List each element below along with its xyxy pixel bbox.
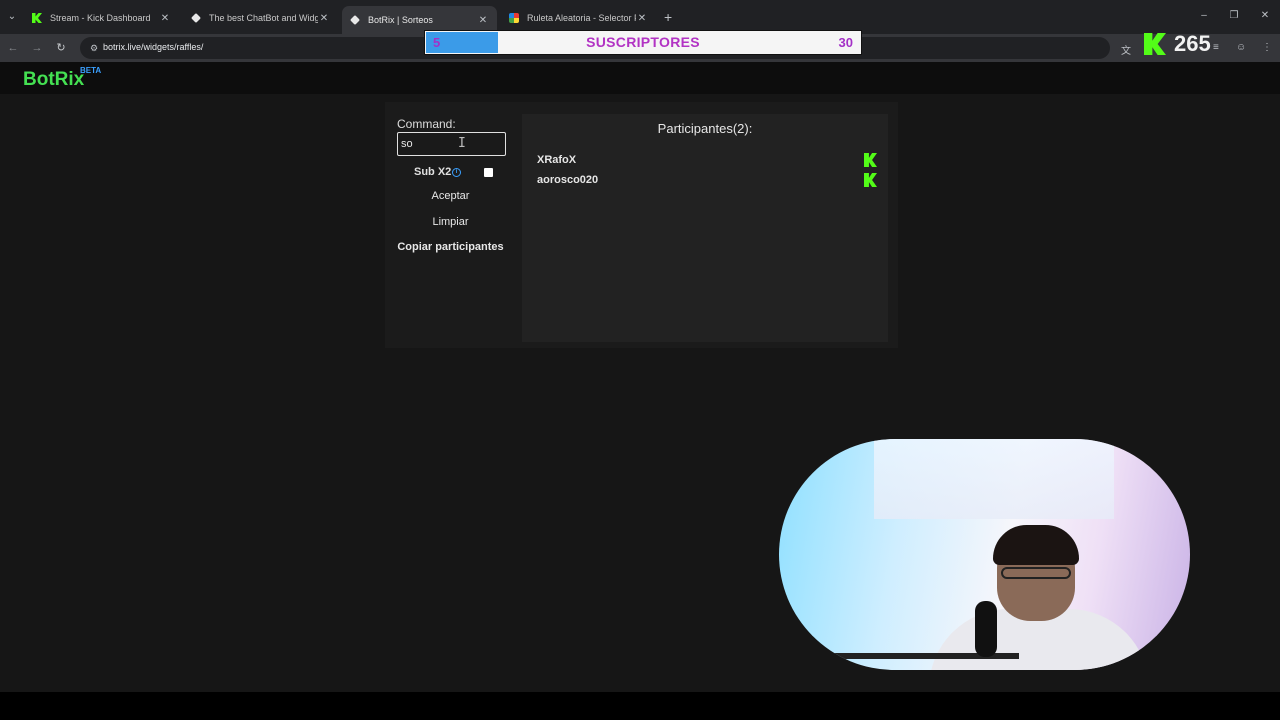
wheel-icon [509, 13, 519, 23]
participant-name: aorosco020 [537, 174, 599, 186]
subscriber-goal-label: SUSCRIPTORES [586, 34, 700, 50]
tab-strip: ⌄ Stream - Kick Dashboard ✕ The best Cha… [0, 0, 1280, 34]
forward-arrow-icon[interactable]: → [29, 40, 45, 56]
subscriber-goal-bar: 5 SUSCRIPTORES 30 [424, 30, 862, 55]
participants-title: Participantes(2): [657, 121, 753, 136]
close-icon[interactable]: ✕ [636, 13, 648, 24]
tab-search-chevron-icon[interactable]: ⌄ [4, 9, 20, 25]
tab-title: Ruleta Aleatoria - Selector Pers [527, 13, 636, 23]
bottom-letterbox [0, 692, 1280, 720]
info-icon[interactable]: i [452, 168, 461, 177]
raffle-panel: Command: I Sub X2 i Aceptar Limpiar Copi… [385, 102, 898, 348]
tab-title: Stream - Kick Dashboard [50, 13, 151, 23]
site-info-icon[interactable]: ⚙ [88, 42, 100, 54]
url-text[interactable]: botrix.live/widgets/raffles/ [103, 42, 203, 52]
webcam-person-hair [993, 525, 1079, 565]
list-item: aorosco020 [537, 171, 877, 189]
accept-button[interactable]: Aceptar [397, 186, 504, 206]
tab-botrix-home[interactable]: The best ChatBot and Widgets ✕ [183, 6, 338, 30]
close-icon[interactable]: ✕ [318, 13, 330, 24]
kick-icon [1144, 33, 1166, 55]
webcam-overlay [779, 439, 1190, 670]
participant-name: XRafoX [537, 154, 577, 166]
kick-icon [32, 13, 42, 23]
brand-logo[interactable]: BotRix [23, 69, 84, 91]
subscriber-goal-target: 30 [838, 35, 853, 50]
botrix-icon [350, 15, 360, 25]
restore-icon[interactable]: ❐ [1227, 10, 1241, 21]
kick-icon [864, 153, 877, 167]
minimize-icon[interactable]: – [1197, 10, 1211, 21]
viewer-count: 265 [1174, 31, 1211, 56]
beta-badge: BETA [80, 66, 102, 75]
webcam-background-window [874, 439, 1114, 519]
kick-icon [864, 173, 877, 187]
clear-button[interactable]: Limpiar [397, 212, 504, 232]
text-cursor-icon: I [458, 136, 466, 151]
tab-ruleta[interactable]: Ruleta Aleatoria - Selector Pers ✕ [501, 6, 656, 30]
close-icon[interactable]: ✕ [159, 13, 171, 24]
site-navbar: BotRix BETA [0, 62, 1280, 94]
participants-list: Participantes(2): XRafoX aorosco020 [522, 114, 888, 342]
webcam-microphone [975, 601, 997, 657]
botrix-icon [191, 13, 201, 23]
back-arrow-icon[interactable]: ← [5, 40, 21, 56]
tab-title: BotRix | Sorteos [368, 15, 433, 25]
subx2-checkbox[interactable] [484, 168, 493, 177]
close-icon[interactable]: ✕ [477, 15, 489, 26]
profile-icon[interactable]: ☺ [1236, 42, 1246, 53]
tab-kick-dashboard[interactable]: Stream - Kick Dashboard ✕ [24, 6, 179, 30]
new-tab-button[interactable]: + [664, 10, 672, 24]
translate-icon[interactable]: 文 [1121, 42, 1131, 57]
webcam-person-glasses [1001, 567, 1071, 579]
command-label: Command: [397, 117, 456, 131]
copy-participants-button[interactable]: Copiar participantes [397, 237, 504, 257]
menu-kebab-icon[interactable]: ⋮ [1262, 42, 1272, 53]
subx2-label: Sub X2 [414, 166, 452, 178]
tab-title: The best ChatBot and Widgets [209, 13, 318, 23]
cast-icon[interactable]: ≡ [1213, 42, 1219, 53]
window-close-icon[interactable]: ✕ [1258, 10, 1272, 21]
list-item: XRafoX [537, 151, 877, 169]
viewer-count-widget: 265 [1144, 31, 1211, 56]
reload-icon[interactable]: ↻ [53, 40, 69, 56]
command-input[interactable] [397, 132, 506, 156]
